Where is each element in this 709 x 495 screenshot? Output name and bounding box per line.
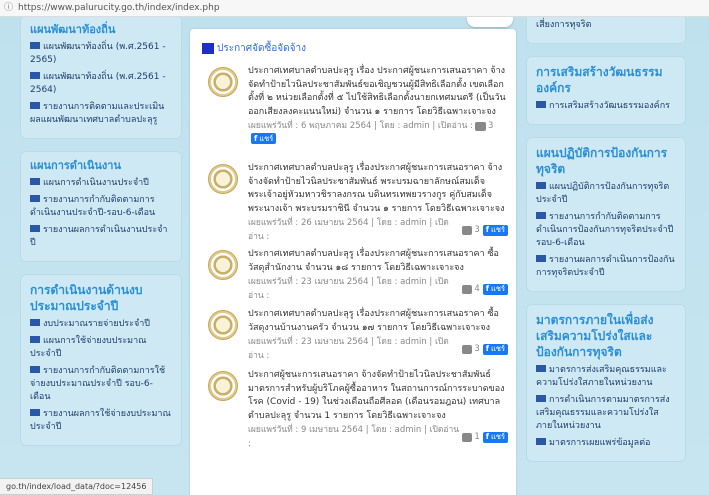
flag-icon <box>202 43 214 54</box>
url-text[interactable]: https://www.palurucity.go.th/index/index… <box>18 3 220 13</box>
news-item[interactable]: ประกาศเทศบาลตำบลปะลุรู เรื่องประกาศผู้ชน… <box>208 248 508 303</box>
municipality-seal-icon <box>208 310 238 340</box>
search-box-edge[interactable] <box>467 17 513 27</box>
sidebar-link[interactable]: มาตรการเผยแพร่ข้อมูลต่อ <box>536 437 676 450</box>
news-headline[interactable]: ประกาศเทศบาลตำบลปะลุรู เรื่องประกาศผู้ชน… <box>248 308 508 335</box>
share-button[interactable]: f แชร์ <box>482 224 508 236</box>
card-title: การเสริมสร้างวัฒนธรรมองค์กร <box>536 65 663 95</box>
sidebar-link[interactable]: แผนปฏิบัติการป้องกันการทุจริตประจำปี <box>536 181 676 207</box>
panel-title: ประกาศจัดซื้อจัดจ้าง <box>217 43 306 54</box>
square-bullet-icon <box>30 366 40 373</box>
news-meta: เผยแพร่วันที่ : 23 เมษายน 2564 | โดย : a… <box>248 275 508 303</box>
square-bullet-icon <box>30 319 40 326</box>
square-bullet-icon <box>30 195 40 202</box>
card-org-culture: การเสริมสร้างวัฒนธรรมองค์กร การเสริมสร้า… <box>526 56 686 125</box>
card-title: การดำเนินงานด้านงบประมาณประจำปี <box>30 283 143 313</box>
sidebar-link[interactable]: แผนการใช้จ่ายงบประมาณประจำปี <box>30 335 172 361</box>
square-bullet-icon <box>30 336 40 343</box>
municipality-seal-icon <box>208 67 238 97</box>
square-bullet-icon <box>536 438 546 445</box>
square-bullet-icon <box>536 255 546 262</box>
sidebar-link[interactable]: การดำเนินการตามมาตรการส่งเสริมคุณธรรมและ… <box>536 394 676 433</box>
square-bullet-icon <box>30 225 40 232</box>
news-meta: เผยแพร่วันที่ : 26 เมษายน 2564 | โดย : a… <box>248 216 508 244</box>
news-meta: เผยแพร่วันที่ : 6 พฤษภาคม 2564 | โดย : a… <box>248 121 494 131</box>
card-risk-partial: เสี่ยงการทุจริต <box>526 17 686 44</box>
card-transparency-measures: มาตรการภายในเพื่อส่งเสริมความโปร่งใสและป… <box>526 304 686 462</box>
square-bullet-icon <box>536 101 546 108</box>
news-meta: เผยแพร่วันที่ : 23 เมษายน 2564 | โดย : a… <box>248 335 508 363</box>
news-item[interactable]: ประกาศเทศบาลตำบลปะลุรู เรื่องประกาศผู้ชน… <box>208 308 508 363</box>
card-title: แผนปฏิบัติการป้องกันการทุจริต <box>536 146 668 176</box>
sidebar-link[interactable]: แผนการดำเนินงานประจำปี <box>30 177 172 190</box>
sidebar-link[interactable]: รายงานการกำกับติดตามการดำเนินการป้องกันก… <box>536 211 676 250</box>
sidebar-link[interactable]: รายงานผลการดำเนินงานประจำปี <box>30 224 172 250</box>
sidebar-link[interactable]: รายงานผลการใช้จ่ายงบประมาณประจำปี <box>30 408 172 434</box>
share-button[interactable]: f แชร์ <box>482 343 508 355</box>
card-budget: การดำเนินงานด้านงบประมาณประจำปี งบประมาณ… <box>20 274 182 446</box>
share-button[interactable]: f แชร์ <box>251 133 277 144</box>
news-headline[interactable]: ประกาศผู้ชนะการเสนอราคา จ้างจัดทำป้ายไวน… <box>248 369 508 423</box>
square-bullet-icon <box>30 42 40 49</box>
square-bullet-icon <box>536 182 546 189</box>
news-headline[interactable]: ประกาศเทศบาลตำบลปะลุรู เรื่องประกาศผู้ชน… <box>248 162 508 216</box>
share-button[interactable]: f แชร์ <box>482 283 508 295</box>
sidebar-link[interactable]: งบประมาณรายจ่ายประจำปี <box>30 318 172 331</box>
news-item[interactable]: ประกาศเทศบาลตำบลปะลุรู เรื่อง ประกาศผู้ช… <box>208 65 508 144</box>
sidebar-link[interactable]: แผนพัฒนาท้องถิ่น (พ.ศ.2561 - 2564) <box>30 71 172 97</box>
status-bar-url: go.th/index/load_data/?doc=12456 <box>0 478 154 495</box>
card-operation-plan: แผนการดำเนินงาน แผนการดำเนินงานประจำปี ร… <box>20 151 182 262</box>
municipality-seal-icon <box>208 164 238 194</box>
left-sidebar: แผนพัฒนาท้องถิ่น แผนพัฒนาท้องถิ่น (พ.ศ.2… <box>20 17 182 458</box>
card-local-dev-plan: แผนพัฒนาท้องถิ่น แผนพัฒนาท้องถิ่น (พ.ศ.2… <box>20 17 182 139</box>
news-item[interactable]: ประกาศผู้ชนะการเสนอราคา จ้างจัดทำป้ายไวน… <box>208 369 508 451</box>
views-icon <box>475 121 487 131</box>
municipality-seal-icon <box>208 250 238 280</box>
card-title: แผนการดำเนินงาน <box>30 159 121 172</box>
sidebar-link[interactable]: รายงานผลการดำเนินการป้องกันการทุจริตประจ… <box>536 254 676 280</box>
card-title: แผนพัฒนาท้องถิ่น <box>30 23 116 36</box>
address-bar[interactable]: ⓘ https://www.palurucity.go.th/index/ind… <box>0 0 709 17</box>
news-meta: เผยแพร่วันที่ : 9 เมษายน 2564 | โดย : ad… <box>248 423 508 451</box>
square-bullet-icon <box>536 395 546 402</box>
views-icon <box>461 225 473 235</box>
views-icon <box>461 344 473 354</box>
sidebar-link[interactable]: มาตรการส่งเสริมคุณธรรมและความโปร่งใสภายใ… <box>536 364 676 390</box>
square-bullet-icon <box>536 365 546 372</box>
sidebar-link[interactable]: รายงานการกำกับติดตามการใช้จ่ายงบประมาณปร… <box>30 365 172 404</box>
sidebar-link[interactable]: เสี่ยงการทุจริต <box>536 19 676 32</box>
sidebar-link[interactable]: การเสริมสร้างวัฒนธรรมองค์กร <box>536 100 676 113</box>
news-item[interactable]: ประกาศเทศบาลตำบลปะลุรู เรื่องประกาศผู้ชน… <box>208 162 508 244</box>
square-bullet-icon <box>30 409 40 416</box>
square-bullet-icon <box>30 102 40 109</box>
card-anticorruption-plan: แผนปฏิบัติการป้องกันการทุจริต แผนปฏิบัติ… <box>526 137 686 292</box>
procurement-panel: ประกาศจัดซื้อจัดจ้าง ประกาศเทศบาลตำบลปะล… <box>190 29 516 495</box>
right-sidebar: เสี่ยงการทุจริต การเสริมสร้างวัฒนธรรมองค… <box>526 17 686 474</box>
page: แผนพัฒนาท้องถิ่น แผนพัฒนาท้องถิ่น (พ.ศ.2… <box>0 17 709 495</box>
views-icon <box>461 432 473 442</box>
info-icon[interactable]: ⓘ <box>4 3 14 13</box>
panel-header: ประกาศจัดซื้อจัดจ้าง <box>202 41 306 56</box>
sidebar-link[interactable]: รายงานการกำกับติดตามการดำเนินงานประจำปี-… <box>30 194 172 220</box>
municipality-seal-icon <box>208 371 238 401</box>
square-bullet-icon <box>30 72 40 79</box>
square-bullet-icon <box>30 178 40 185</box>
sidebar-link[interactable]: รายงานการติดตามและประเมินผลแผนพัฒนาเทศบา… <box>30 101 172 127</box>
news-headline[interactable]: ประกาศเทศบาลตำบลปะลุรู เรื่อง ประกาศผู้ช… <box>248 65 508 119</box>
square-bullet-icon <box>536 212 546 219</box>
sidebar-link[interactable]: แผนพัฒนาท้องถิ่น (พ.ศ.2561 - 2565) <box>30 41 172 67</box>
card-title: มาตรการภายในเพื่อส่งเสริมความโปร่งใสและป… <box>536 313 654 359</box>
share-button[interactable]: f แชร์ <box>482 431 508 443</box>
news-headline[interactable]: ประกาศเทศบาลตำบลปะลุรู เรื่องประกาศผู้ชน… <box>248 248 508 275</box>
views-icon <box>461 284 473 294</box>
